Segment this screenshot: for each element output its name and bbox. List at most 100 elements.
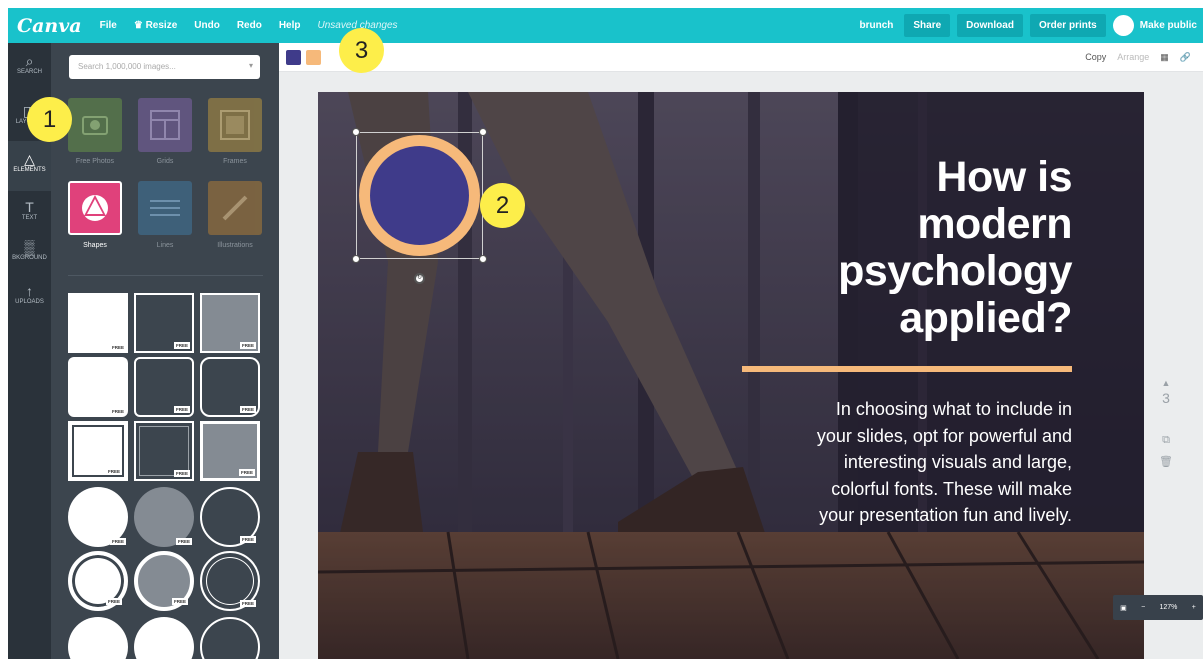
shape-ring-white[interactable]: FREE <box>68 551 128 611</box>
top-bar: Canva File ♛ Resize Undo Redo Help Unsav… <box>8 8 1203 43</box>
circle-element-fill <box>370 146 469 245</box>
sidebar-item-elements[interactable]: △ ELEMENTS <box>8 141 51 191</box>
document-name[interactable]: brunch <box>859 20 893 31</box>
body-line: your slides, opt for powerful and <box>816 425 1072 446</box>
menu-redo[interactable]: Redo <box>237 20 262 31</box>
shape-ring-outline[interactable]: FREE <box>200 551 260 611</box>
top-right-actions: brunch Share Download Order prints Make … <box>859 8 1197 43</box>
camera-icon <box>82 116 108 135</box>
slide-title[interactable]: How is modern psychology applied? <box>838 154 1072 342</box>
category-label: Lines <box>156 242 174 249</box>
search-icon: ⌕ <box>25 53 34 69</box>
text-icon: T <box>25 199 34 215</box>
upload-icon: ↑ <box>26 283 33 299</box>
callout-3: 3 <box>339 28 384 73</box>
sidebar-item-label: UPLOADS <box>15 299 44 305</box>
circle-element-outer[interactable] <box>359 135 480 256</box>
category-frames[interactable] <box>208 98 262 152</box>
free-badge: FREE <box>173 342 190 349</box>
shape-circle-outline[interactable]: FREE <box>200 487 260 547</box>
zoom-bar: ▣ − 127% + <box>1113 595 1203 620</box>
copy-button[interactable]: Copy <box>1085 52 1106 63</box>
title-line: applied? <box>899 294 1072 342</box>
free-badge: FREE <box>175 538 192 545</box>
make-public-toggle[interactable]: Make public <box>1112 15 1197 36</box>
shape-circle-gray[interactable]: FREE <box>134 487 194 547</box>
menu-file[interactable]: File <box>100 20 117 31</box>
shape-ring-gray[interactable]: FREE <box>134 551 194 611</box>
frame-icon <box>220 110 250 140</box>
shape-framed-dark[interactable]: FREE <box>134 421 194 481</box>
zoom-out-button[interactable]: − <box>1141 604 1145 611</box>
page-number: 3 <box>1162 390 1170 406</box>
shape-circle-white-3[interactable] <box>134 617 194 659</box>
toggle-knob-icon <box>1112 15 1134 36</box>
category-illustrations[interactable] <box>208 181 262 235</box>
free-badge: FREE <box>105 598 122 605</box>
grid-icon <box>150 110 180 140</box>
shape-rounded-dark[interactable]: FREE <box>134 357 194 417</box>
shapes-icon <box>82 195 108 221</box>
shape-circle-outline-2[interactable] <box>200 617 260 659</box>
body-line: your presentation fun and lively. <box>819 505 1072 525</box>
sidebar-item-label: SEARCH <box>16 69 42 75</box>
resize-handle[interactable] <box>479 128 487 136</box>
arrange-button[interactable]: Arrange <box>1117 52 1149 63</box>
title-line: psychology <box>838 247 1072 295</box>
canva-logo[interactable]: Canva <box>17 15 82 37</box>
panel-divider <box>68 275 263 276</box>
zoom-level[interactable]: 127% <box>1160 604 1178 611</box>
duplicate-page-icon[interactable]: ⧉ <box>1156 434 1176 447</box>
zoom-in-button[interactable]: + <box>1192 604 1196 611</box>
category-grids[interactable] <box>138 98 192 152</box>
shape-circle-white[interactable]: FREE <box>68 487 128 547</box>
image-search-input[interactable]: Search 1,000,000 images... ▾ <box>69 55 260 79</box>
sidebar-item-label: BKGROUND <box>12 255 47 261</box>
resize-handle[interactable] <box>352 255 360 263</box>
make-public-label: Make public <box>1139 20 1197 32</box>
search-placeholder: Search 1,000,000 images... <box>78 62 176 71</box>
slide-body-text[interactable]: In choosing what to include in your slid… <box>817 396 1072 529</box>
category-lines[interactable] <box>138 181 192 235</box>
title-line: modern <box>917 200 1072 248</box>
rotate-icon[interactable]: ↻ <box>414 273 425 284</box>
shape-circle-white-2[interactable] <box>68 617 128 659</box>
free-badge: FREE <box>239 406 256 413</box>
shape-square-white[interactable]: FREE <box>68 293 128 353</box>
editor-toolbar: Copy Arrange ▦ 🔗 <box>279 43 1203 72</box>
menu-resize[interactable]: ♛ Resize <box>134 20 177 31</box>
slide-canvas[interactable]: ↻ How is modern psychology applied? In c… <box>318 92 1144 659</box>
download-button[interactable]: Download <box>957 14 1023 37</box>
sidebar-item-background[interactable]: ▒ BKGROUND <box>8 229 51 279</box>
menu-undo[interactable]: Undo <box>194 20 220 31</box>
shape-rounded-white[interactable]: FREE <box>68 357 128 417</box>
link-icon[interactable]: 🔗 <box>1180 52 1191 63</box>
sidebar-item-search[interactable]: ⌕ SEARCH <box>8 43 51 93</box>
shape-square-gray[interactable]: FREE <box>200 293 260 353</box>
move-up-icon[interactable]: ▲ <box>1156 378 1176 388</box>
order-prints-button[interactable]: Order prints <box>1029 14 1106 37</box>
shape-framed-square[interactable]: FREE <box>68 421 128 481</box>
shape-rounded-outline[interactable]: FREE <box>200 357 260 417</box>
sidebar-item-label: TEXT <box>21 215 38 221</box>
free-badge: FREE <box>239 342 256 349</box>
color-swatch-peach[interactable] <box>306 50 321 65</box>
category-shapes[interactable] <box>68 181 122 235</box>
color-swatch-purple[interactable] <box>286 50 301 65</box>
menu-help[interactable]: Help <box>279 20 301 31</box>
canva-editor: Canva File ♛ Resize Undo Redo Help Unsav… <box>8 8 1203 659</box>
delete-page-icon[interactable]: 🗑 <box>1156 455 1176 468</box>
category-label: Frames <box>223 158 247 165</box>
resize-handle[interactable] <box>479 255 487 263</box>
transparency-icon[interactable]: ▦ <box>1160 52 1169 63</box>
share-button[interactable]: Share <box>904 14 951 37</box>
free-badge: FREE <box>109 344 126 351</box>
resize-handle[interactable] <box>352 128 360 136</box>
shape-framed-gray[interactable]: FREE <box>200 421 260 481</box>
body-line: interesting visuals and large, <box>843 452 1072 472</box>
sidebar-item-uploads[interactable]: ↑ UPLOADS <box>8 273 51 323</box>
category-free-photos[interactable] <box>68 98 122 152</box>
shape-square-dark[interactable]: FREE <box>134 293 194 353</box>
present-icon[interactable]: ▣ <box>1120 604 1127 612</box>
callout-1: 1 <box>27 97 72 142</box>
